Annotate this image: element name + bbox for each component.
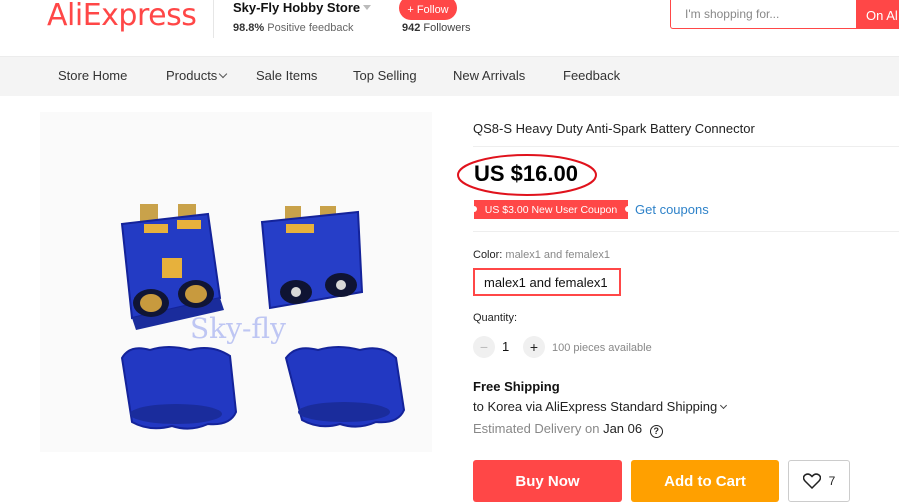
connector-cover-right <box>284 346 406 428</box>
new-user-coupon[interactable]: US $3.00 New User Coupon <box>471 200 631 219</box>
chevron-down-icon[interactable] <box>363 5 371 10</box>
nav-top-selling[interactable]: Top Selling <box>353 68 417 83</box>
store-feedback: 98.8% Positive feedback <box>233 22 353 34</box>
watermark-text: Sky-fly <box>190 312 286 345</box>
wishlist-button[interactable]: 7 <box>788 460 850 502</box>
positive-feedback-percent: 98.8% <box>233 22 265 34</box>
available-pieces: 100 pieces available <box>552 342 652 354</box>
question-circle-icon[interactable]: ? <box>649 425 663 438</box>
quantity-decrease-button[interactable]: − <box>473 336 495 358</box>
nav-products-label: Products <box>166 68 218 83</box>
followers-count: 942 <box>402 22 421 34</box>
add-to-cart-button[interactable]: Add to Cart <box>631 460 779 502</box>
product-price: US $16.00 <box>474 161 578 186</box>
header-divider <box>213 0 214 38</box>
nav-feedback[interactable]: Feedback <box>563 68 620 83</box>
divider <box>473 231 899 232</box>
divider <box>473 146 899 147</box>
delivery-label: Estimated Delivery on <box>473 421 600 436</box>
buy-now-button[interactable]: Buy Now <box>473 460 622 502</box>
quantity-label: Quantity: <box>473 312 518 324</box>
store-followers: 942 Followers <box>402 22 471 34</box>
aliexpress-logo[interactable]: AliExpress <box>47 0 197 33</box>
color-selected-value: malex1 and femalex1 <box>505 249 610 261</box>
connector-cover-left <box>120 346 238 430</box>
followers-label: Followers <box>423 22 471 34</box>
site-header: AliExpress Sky-Fly Hobby Store 98.8% Pos… <box>0 0 899 56</box>
connector-plug-right <box>260 206 364 310</box>
nav-store-home[interactable]: Store Home <box>58 68 127 83</box>
store-name[interactable]: Sky-Fly Hobby Store <box>233 0 360 15</box>
quantity-increase-button[interactable]: + <box>523 336 545 358</box>
nav-sale-items[interactable]: Sale Items <box>256 68 317 83</box>
chevron-down-icon <box>219 69 228 79</box>
product-title: QS8-S Heavy Duty Anti-Spark Battery Conn… <box>473 121 755 136</box>
product-image[interactable]: Sky-fly <box>40 112 432 452</box>
shipping-title: Free Shipping <box>473 379 560 394</box>
quantity-value[interactable]: 1 <box>502 339 509 354</box>
delivery-date: Jan 06 <box>603 421 643 436</box>
color-label-text: Color: <box>473 249 503 261</box>
heart-icon <box>802 473 821 489</box>
chevron-down-icon <box>720 401 728 410</box>
follow-button[interactable]: + Follow <box>399 0 457 20</box>
positive-feedback-label: Positive feedback <box>267 22 354 34</box>
color-option-selected[interactable]: malex1 and femalex1 <box>473 268 621 296</box>
store-nav: Store Home Products Sale Items Top Selli… <box>0 56 899 96</box>
nav-new-arrivals[interactable]: New Arrivals <box>453 68 525 83</box>
shipping-route-text: to Korea via AliExpress Standard Shippin… <box>473 399 718 414</box>
estimated-delivery: Estimated Delivery on Jan 06 ? <box>473 421 663 438</box>
color-label: Color: malex1 and femalex1 <box>473 249 610 261</box>
search-input[interactable]: I'm shopping for... <box>670 0 858 29</box>
shipping-method[interactable]: to Korea via AliExpress Standard Shippin… <box>473 399 728 414</box>
wishlist-count: 7 <box>828 474 836 488</box>
nav-products[interactable]: Products <box>166 68 228 83</box>
search-button[interactable]: On Al <box>856 0 899 29</box>
get-coupons-link[interactable]: Get coupons <box>635 202 709 217</box>
